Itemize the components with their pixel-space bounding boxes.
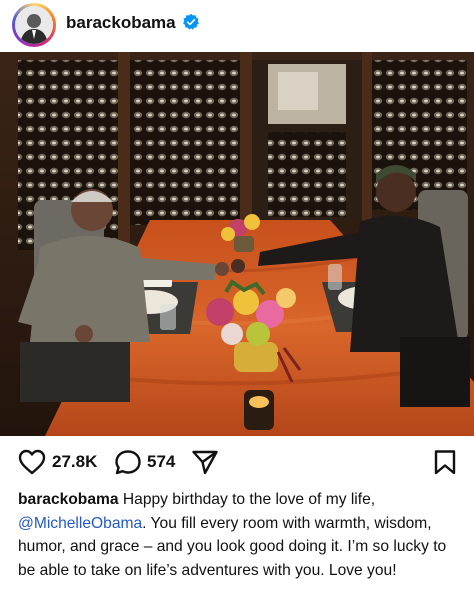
- avatar[interactable]: [15, 6, 53, 44]
- post-header: barackobama: [0, 0, 474, 50]
- post-caption: barackobama Happy birthday to the love o…: [18, 488, 464, 582]
- caption-mention-link[interactable]: @MichelleObama: [18, 515, 142, 532]
- caption-username[interactable]: barackobama: [18, 491, 119, 508]
- comment-bubble-icon[interactable]: [114, 449, 142, 475]
- verified-badge-icon: [183, 13, 199, 30]
- heart-icon[interactable]: [18, 449, 46, 475]
- story-ring[interactable]: [12, 3, 56, 47]
- post-username[interactable]: barackobama: [66, 13, 176, 33]
- dinner-photo-illustration: [0, 52, 474, 436]
- bookmark-icon[interactable]: [433, 449, 457, 475]
- paper-plane-icon[interactable]: [191, 449, 219, 475]
- action-bar: 27.8K 574: [0, 446, 474, 480]
- caption-text-start: Happy birthday to the love of my life,: [118, 491, 376, 508]
- like-count[interactable]: 27.8K: [52, 452, 97, 472]
- post-photo[interactable]: [0, 52, 474, 436]
- comment-count[interactable]: 574: [147, 452, 175, 472]
